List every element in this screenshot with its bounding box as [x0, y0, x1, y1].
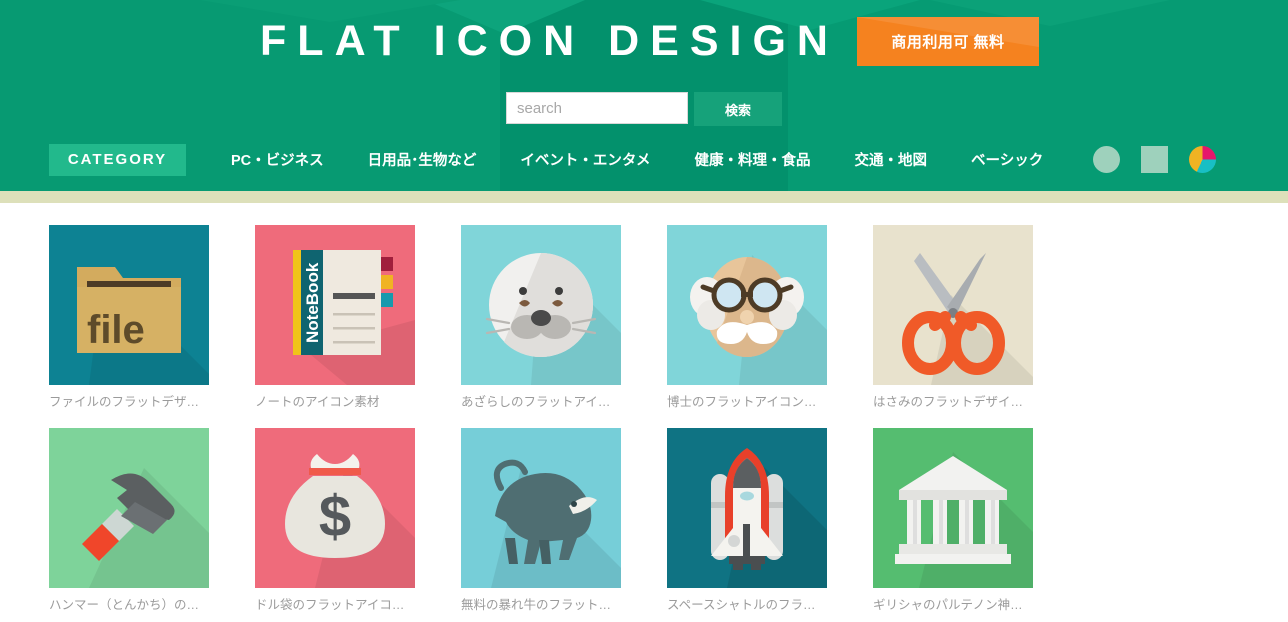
icon-card-label: ハンマー（とんかち）の… — [49, 598, 200, 612]
circle-shape-icon[interactable] — [1093, 146, 1120, 173]
beige-divider-strip — [0, 191, 1288, 203]
file-folder-icon[interactable]: file — [49, 225, 209, 385]
icon-card[interactable]: NoteBook ノートのアイコン素材 — [255, 225, 415, 410]
icon-card-label: ファイルのフラットデザ… — [49, 395, 200, 409]
icon-card[interactable]: あざらしのフラットアイ… — [461, 225, 621, 410]
svg-text:NoteBook: NoteBook — [303, 262, 322, 343]
nav-item-daily-goods[interactable]: 日用品･生物など — [368, 149, 477, 170]
hammer-icon[interactable] — [49, 428, 209, 588]
category-navbar: CATEGORY PC・ビジネス 日用品･生物など イベント・エンタメ 健康・料… — [0, 142, 1288, 177]
money-bag-icon[interactable]: $ — [255, 428, 415, 588]
space-shuttle-icon[interactable] — [667, 428, 827, 588]
site-header: FLAT ICON DESIGN 商用利用可 無料 検索 CATEGORY PC… — [0, 0, 1288, 191]
nav-item-event-entertainment[interactable]: イベント・エンタメ — [520, 149, 650, 170]
icon-card[interactable]: $ ドル袋のフラットアイコ… — [255, 428, 415, 613]
professor-face-icon[interactable] — [667, 225, 827, 385]
seal-face-icon[interactable] — [461, 225, 621, 385]
site-title: FLAT ICON DESIGN — [260, 17, 839, 65]
nav-item-pc-business[interactable]: PC・ビジネス — [231, 149, 324, 170]
icon-card[interactable]: 博士のフラットアイコン… — [667, 225, 827, 410]
icon-card[interactable]: スペースシャトルのフラ… — [667, 428, 827, 613]
icon-card-label: あざらしのフラットアイ… — [461, 395, 611, 409]
icon-grid: file ファイルのフラットデザ… NoteBook ノートのアイコン素材 あざ… — [0, 225, 1288, 613]
notebook-icon[interactable]: NoteBook — [255, 225, 415, 385]
search-row: 検索 — [0, 92, 1288, 126]
icon-card-label: ドル袋のフラットアイコ… — [255, 598, 405, 612]
svg-text:$: $ — [319, 484, 351, 549]
icon-card[interactable]: はさみのフラットデザイ… — [873, 225, 1033, 410]
bull-icon[interactable] — [461, 428, 621, 588]
icon-card-label: 無料の暴れ牛のフラット… — [461, 598, 612, 612]
icon-card[interactable]: 無料の暴れ牛のフラット… — [461, 428, 621, 613]
icon-card-label: スペースシャトルのフラ… — [667, 598, 816, 612]
icon-card-label: ノートのアイコン素材 — [255, 395, 380, 409]
square-shape-icon[interactable] — [1141, 146, 1168, 173]
parthenon-icon[interactable] — [873, 428, 1033, 588]
icon-card[interactable]: ハンマー（とんかち）の… — [49, 428, 209, 613]
icon-card-label: 博士のフラットアイコン… — [667, 395, 817, 409]
nav-item-transport-map[interactable]: 交通・地図 — [854, 149, 927, 170]
search-input[interactable] — [506, 92, 688, 124]
category-button[interactable]: CATEGORY — [49, 143, 186, 176]
shape-icon-group — [1093, 146, 1216, 173]
pie-chart-shape-icon[interactable] — [1189, 146, 1216, 173]
scissors-icon[interactable] — [873, 225, 1033, 385]
icon-card[interactable]: ギリシャのパルテノン神… — [873, 428, 1033, 613]
icon-card[interactable]: file ファイルのフラットデザ… — [49, 225, 209, 410]
icon-card-label: ギリシャのパルテノン神… — [873, 598, 1023, 612]
badge-label: 商用利用可 無料 — [891, 33, 1005, 51]
main-content: file ファイルのフラットデザ… NoteBook ノートのアイコン素材 あざ… — [0, 203, 1288, 613]
search-button[interactable]: 検索 — [694, 92, 782, 126]
free-commercial-badge: 商用利用可 無料 — [856, 16, 1039, 66]
nav-item-basic[interactable]: ベーシック — [971, 149, 1043, 170]
nav-item-health-cooking-food[interactable]: 健康・料理・食品 — [694, 149, 810, 170]
title-row: FLAT ICON DESIGN 商用利用可 無料 — [0, 14, 1288, 68]
icon-card-label: はさみのフラットデザイ… — [873, 395, 1024, 409]
svg-text:file: file — [87, 308, 145, 352]
